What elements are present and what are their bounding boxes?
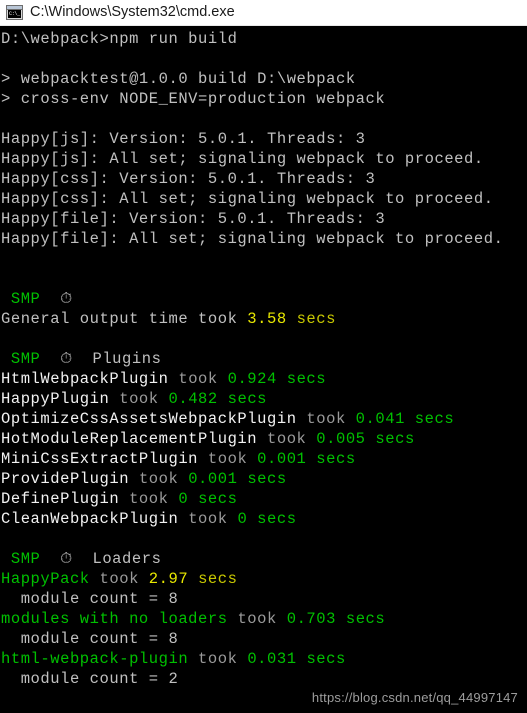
- stopwatch-icon: ⏱: [60, 350, 73, 368]
- smp-general-header: SMP ⏱: [1, 289, 527, 309]
- loader-unit: secs: [345, 610, 386, 628]
- plugin-name: DefinePlugin: [1, 490, 120, 508]
- plugin-row: MiniCssExtractPlugin took 0.001 secs: [1, 449, 527, 469]
- plugin-name: HappyPlugin: [1, 390, 110, 408]
- happy-line-2: Happy[css]: Version: 5.0.1. Threads: 3: [1, 170, 376, 188]
- npm-header-line-0: > webpacktest@1.0.0 build D:\webpack: [1, 70, 356, 88]
- loader-took: took: [198, 650, 238, 668]
- window-titlebar[interactable]: C:\_ C:\Windows\System32\cmd.exe: [0, 0, 527, 26]
- plugin-unit: secs: [247, 470, 287, 488]
- stopwatch-icon: ⏱: [60, 290, 73, 308]
- loader-unit: secs: [306, 650, 346, 668]
- plugin-took: took: [306, 410, 346, 428]
- plugin-value: 0.041: [355, 410, 405, 428]
- plugin-took: took: [119, 390, 159, 408]
- plugin-value: 0.001: [257, 450, 307, 468]
- plugin-value: 0.482: [168, 390, 218, 408]
- plugin-value: 0.005: [316, 430, 366, 448]
- stopwatch-icon: ⏱: [60, 550, 73, 568]
- plugin-unit: secs: [316, 450, 356, 468]
- plugins-heading: Plugins: [92, 350, 162, 368]
- prompt-line: D:\webpack>npm run build: [1, 29, 527, 49]
- general-output-time-line: General output time took 3.58 secs: [1, 309, 527, 329]
- cmd-exe-icon: C:\_: [6, 5, 23, 20]
- window-title: C:\Windows\System32\cmd.exe: [30, 4, 235, 21]
- general-output-unit: secs: [296, 310, 336, 328]
- plugin-unit: secs: [227, 390, 268, 408]
- smp-loaders-header: SMP ⏱ Loaders: [1, 549, 527, 569]
- smp-label: SMP: [10, 290, 41, 308]
- plugin-took: took: [188, 510, 228, 528]
- plugin-name: CleanWebpackPlugin: [1, 510, 179, 528]
- happy-line-1: Happy[js]: All set; signaling webpack to…: [1, 150, 484, 168]
- happy-line-3: Happy[css]: All set; signaling webpack t…: [1, 190, 494, 208]
- plugin-row: HappyPlugin took 0.482 secs: [1, 389, 527, 409]
- loaders-heading: Loaders: [92, 550, 162, 568]
- plugin-row: CleanWebpackPlugin took 0 secs: [1, 509, 527, 529]
- prompt-command: npm run build: [109, 30, 238, 48]
- plugin-unit: secs: [198, 490, 238, 508]
- loader-value: 0.031: [247, 650, 297, 668]
- smp-label: SMP: [10, 550, 41, 568]
- plugin-took: took: [129, 490, 169, 508]
- plugin-row: HotModuleReplacementPlugin took 0.005 se…: [1, 429, 527, 449]
- loader-detail: module count = 8: [1, 590, 179, 608]
- plugin-row: HtmlWebpackPlugin took 0.924 secs: [1, 369, 527, 389]
- loader-name: modules with no loaders: [1, 610, 228, 628]
- loader-unit: secs: [198, 570, 238, 588]
- cmd-window: C:\_ C:\Windows\System32\cmd.exe D:\webp…: [0, 0, 527, 713]
- plugin-name: MiniCssExtractPlugin: [1, 450, 199, 468]
- plugin-row: OptimizeCssAssetsWebpackPlugin took 0.04…: [1, 409, 527, 429]
- happy-line-0: Happy[js]: Version: 5.0.1. Threads: 3: [1, 130, 366, 148]
- plugin-name: OptimizeCssAssetsWebpackPlugin: [1, 410, 297, 428]
- loader-value: 2.97: [148, 570, 189, 588]
- plugin-took: took: [178, 370, 218, 388]
- loader-took: took: [99, 570, 139, 588]
- plugin-value: 0: [178, 490, 189, 508]
- general-output-value: 3.58: [247, 310, 287, 328]
- loader-value: 0.703: [286, 610, 336, 628]
- loader-name: html-webpack-plugin: [1, 650, 189, 668]
- happy-line-4: Happy[file]: Version: 5.0.1. Threads: 3: [1, 210, 386, 228]
- plugin-value: 0.924: [227, 370, 277, 388]
- plugin-name: HtmlWebpackPlugin: [1, 370, 169, 388]
- plugin-value: 0.001: [188, 470, 238, 488]
- loader-detail: module count = 8: [1, 630, 179, 648]
- loader-name: HappyPack: [1, 570, 90, 588]
- cmd-icon-screen-text: C:\_: [8, 10, 21, 18]
- plugin-name: ProvidePlugin: [1, 470, 130, 488]
- plugin-took: took: [138, 470, 179, 488]
- plugin-unit: secs: [257, 510, 297, 528]
- loader-detail: module count = 2: [1, 670, 179, 688]
- prompt-path: D:\webpack>: [1, 30, 110, 48]
- plugin-unit: secs: [414, 410, 455, 428]
- smp-plugins-header: SMP ⏱ Plugins: [1, 349, 527, 369]
- loader-row: modules with no loaders took 0.703 secs: [1, 609, 527, 629]
- happy-line-5: Happy[file]: All set; signaling webpack …: [1, 230, 504, 248]
- loader-took: took: [237, 610, 277, 628]
- console-output[interactable]: D:\webpack>npm run build > webpacktest@1…: [0, 26, 527, 713]
- plugin-row: DefinePlugin took 0 secs: [1, 489, 527, 509]
- plugin-took: took: [267, 430, 307, 448]
- plugin-unit: secs: [286, 370, 327, 388]
- plugin-value: 0: [237, 510, 248, 528]
- plugin-row: ProvidePlugin took 0.001 secs: [1, 469, 527, 489]
- plugin-took: took: [207, 450, 248, 468]
- loader-row: HappyPack took 2.97 secs: [1, 569, 527, 589]
- general-output-label: General output time took: [1, 310, 238, 328]
- plugin-unit: secs: [375, 430, 415, 448]
- npm-header-line-1: > cross-env NODE_ENV=production webpack: [1, 90, 386, 108]
- smp-label: SMP: [10, 350, 41, 368]
- watermark-url: https://blog.csdn.net/qq_44997147: [311, 690, 518, 705]
- plugin-name: HotModuleReplacementPlugin: [1, 430, 258, 448]
- loader-row: html-webpack-plugin took 0.031 secs: [1, 649, 527, 669]
